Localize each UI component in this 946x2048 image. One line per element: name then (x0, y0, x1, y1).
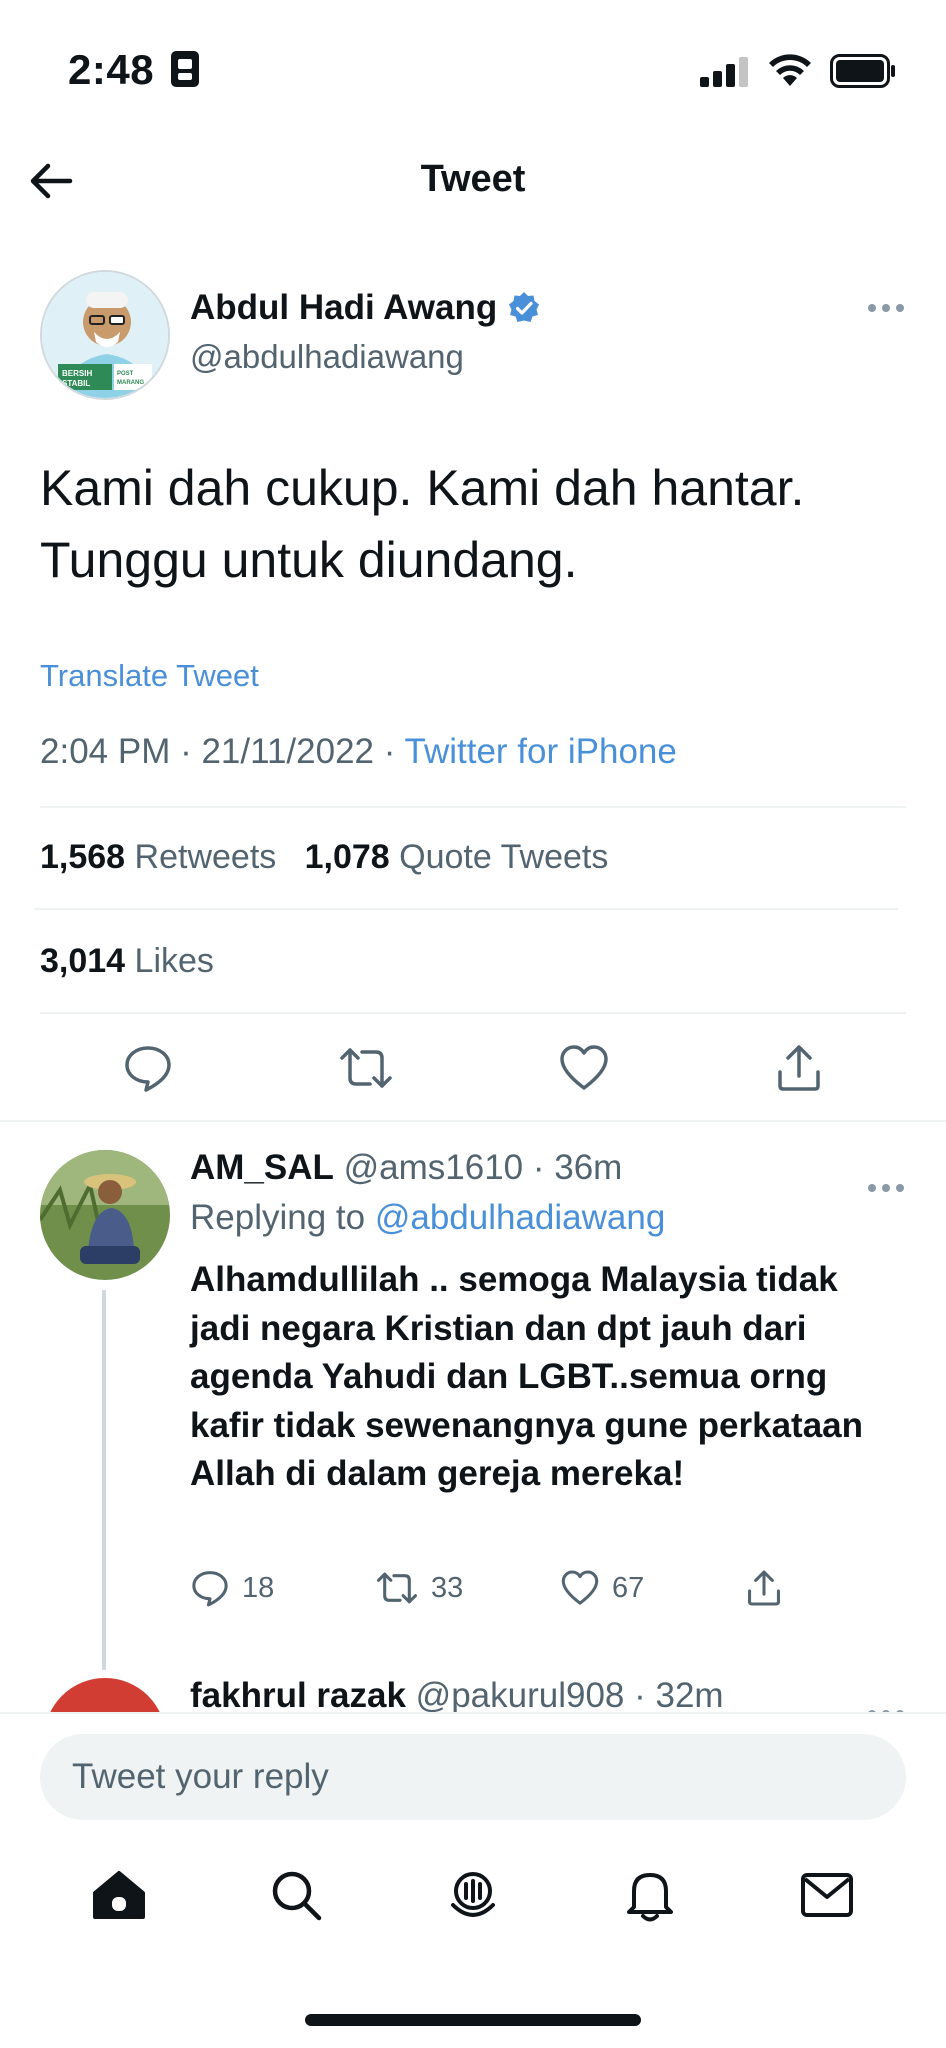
share-icon (748, 1570, 780, 1606)
page-title: Tweet (420, 158, 526, 200)
more-dots-icon (868, 1184, 904, 1192)
author-name[interactable]: Abdul Hadi Awang (190, 288, 541, 328)
divider (40, 1012, 906, 1014)
reply-count: 18 (242, 1571, 275, 1604)
verified-badge-icon (509, 292, 540, 322)
translate-tweet-link[interactable]: Translate Tweet (40, 658, 259, 694)
spaces-icon (450, 1872, 495, 1917)
signal-icon (700, 57, 748, 87)
divider (34, 908, 898, 910)
tweet-meta: 2:04 PM · 21/11/2022 · Twitter for iPhon… (40, 732, 677, 772)
replying-to: Replying to @abdulhadiawang (190, 1198, 666, 1237)
thread-connector (102, 1290, 106, 1670)
reply2-handle-time: @pakurul908 · 32m (415, 1676, 724, 1715)
svg-text:POST: POST (117, 371, 134, 377)
svg-text:STABIL: STABIL (62, 379, 90, 388)
reply-reply-button[interactable]: 18 (190, 1568, 375, 1608)
retweet-button[interactable] (338, 1042, 394, 1099)
author-avatar[interactable]: BERSIH STABIL POST MARANG (40, 270, 170, 400)
more-dots-icon (868, 304, 904, 312)
wifi-icon (769, 54, 811, 86)
divider (0, 1120, 946, 1122)
heart-icon (561, 1570, 599, 1605)
reply-header: AM_SAL @ams1610 · 36m (190, 1148, 622, 1188)
nav-messages[interactable] (792, 1860, 862, 1930)
home-indicator[interactable] (305, 2014, 641, 2026)
svg-text:MARANG: MARANG (117, 380, 144, 386)
share-icon (778, 1044, 820, 1091)
sim-card-icon (171, 51, 200, 87)
reply2-header: fakhrul razak @pakurul908 · 32m (190, 1676, 724, 1716)
engagement-stats: 1,568 Retweets 1,078 Quote Tweets (40, 838, 608, 877)
tweet-text: Kami dah cukup. Kami dah hantar. Tunggu … (40, 460, 805, 588)
battery-icon (830, 54, 895, 88)
share-button[interactable] (774, 1042, 824, 1099)
retweets-stat[interactable]: 1,568 Retweets (40, 838, 276, 876)
reply2-author-name[interactable]: fakhrul razak (190, 1676, 406, 1715)
nav-notifications[interactable] (615, 1860, 685, 1930)
status-time: 2:48 (68, 46, 200, 94)
reply-button[interactable] (122, 1042, 174, 1099)
bottom-nav (0, 1860, 946, 1930)
reply-avatar-photo (40, 1150, 170, 1280)
likes-stat[interactable]: 3,014 Likes (40, 942, 214, 981)
author-handle[interactable]: @abdulhadiawang (190, 338, 464, 376)
reply-retweet-button[interactable]: 33 (375, 1568, 560, 1608)
reply-share-button[interactable] (745, 1568, 805, 1608)
bell-icon (627, 1873, 674, 1922)
reply-icon (125, 1045, 171, 1092)
tweet-source-link[interactable]: Twitter for iPhone (405, 732, 677, 771)
tweet-timestamp: 2:04 PM · 21/11/2022 · (40, 732, 405, 771)
reply-action-bar: 18 33 67 (190, 1568, 810, 1608)
search-icon (272, 1871, 322, 1921)
retweet-count: 33 (431, 1571, 464, 1604)
reply-handle-time: @ams1610 · 36m (343, 1148, 623, 1187)
reply-like-button[interactable]: 67 (560, 1569, 745, 1607)
reply-avatar[interactable] (40, 1150, 170, 1280)
avatar-portrait: BERSIH STABIL POST MARANG (42, 272, 168, 398)
nav-home[interactable] (84, 1860, 154, 1930)
quote-tweets-stat[interactable]: 1,078 Quote Tweets (305, 838, 609, 876)
mail-icon (801, 1873, 854, 1917)
author-name-text: Abdul Hadi Awang (190, 288, 498, 327)
tweet-action-bar (40, 1040, 906, 1100)
heart-icon (560, 1044, 608, 1090)
divider (40, 806, 906, 808)
status-icons (700, 54, 896, 88)
home-icon (92, 1871, 145, 1919)
reply-more-button[interactable] (866, 1164, 906, 1203)
like-count: 67 (612, 1571, 645, 1604)
nav-search[interactable] (261, 1860, 331, 1930)
nav-spaces[interactable] (438, 1860, 508, 1930)
svg-text:BERSIH: BERSIH (62, 369, 92, 378)
retweet-icon (377, 1572, 417, 1604)
like-button[interactable] (558, 1043, 610, 1098)
tweet-more-button[interactable] (866, 284, 906, 323)
reply-input[interactable] (40, 1734, 906, 1820)
retweet-icon (340, 1047, 392, 1088)
reply-icon (192, 1571, 228, 1607)
replying-to-link[interactable]: @abdulhadiawang (375, 1198, 665, 1237)
reply-text: Alhamdullilah .. semoga Malaysia tidak j… (190, 1260, 864, 1493)
reply-author-name[interactable]: AM_SAL (190, 1148, 334, 1187)
